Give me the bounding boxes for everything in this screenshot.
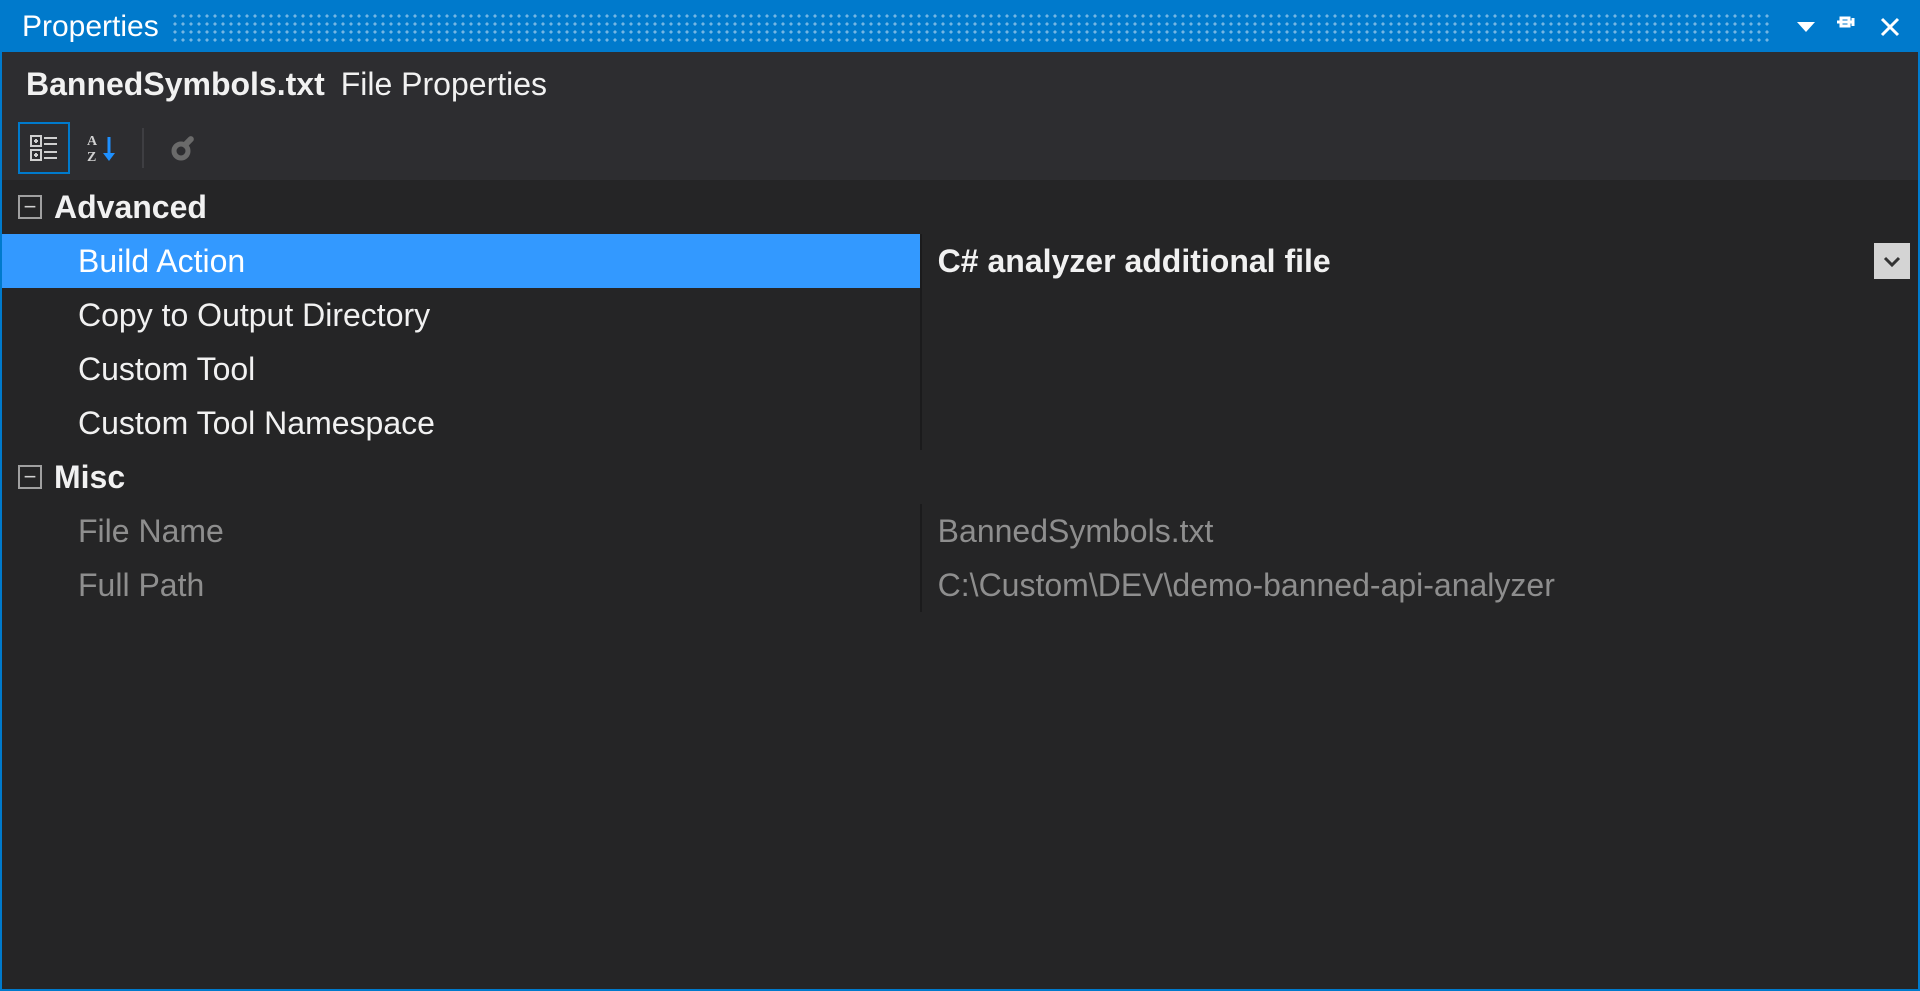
chevron-down-icon[interactable] xyxy=(1874,243,1910,279)
property-pages-button[interactable] xyxy=(160,124,208,172)
property-label: Custom Tool xyxy=(2,342,922,396)
property-label: Full Path xyxy=(2,558,922,612)
property-value[interactable] xyxy=(922,396,1918,450)
property-value[interactable]: C# analyzer additional file xyxy=(922,234,1918,288)
property-value[interactable] xyxy=(922,342,1918,396)
property-value: BannedSymbols.txt xyxy=(922,504,1918,558)
properties-panel: Properties BannedSymbols.txt File Proper… xyxy=(0,0,1920,991)
file-header: BannedSymbols.txt File Properties xyxy=(2,52,1918,116)
file-name-label: BannedSymbols.txt xyxy=(26,66,325,103)
alphabetical-button[interactable]: A Z xyxy=(78,124,126,172)
toolbar: A Z xyxy=(2,116,1918,180)
property-label: File Name xyxy=(2,504,922,558)
pin-icon[interactable] xyxy=(1830,9,1866,45)
property-value[interactable] xyxy=(922,288,1918,342)
category-label: Advanced xyxy=(54,189,207,226)
category-label: Misc xyxy=(54,459,125,496)
property-file-name[interactable]: File Name BannedSymbols.txt xyxy=(2,504,1918,558)
category-misc[interactable]: − Misc xyxy=(2,450,1918,504)
property-custom-tool[interactable]: Custom Tool xyxy=(2,342,1918,396)
toolbar-separator xyxy=(142,128,144,168)
property-grid: − Advanced Build Action C# analyzer addi… xyxy=(2,180,1918,989)
svg-text:Z: Z xyxy=(87,150,96,165)
panel-title: Properties xyxy=(22,10,159,44)
property-copy-output[interactable]: Copy to Output Directory xyxy=(2,288,1918,342)
close-icon[interactable] xyxy=(1872,9,1908,45)
property-full-path[interactable]: Full Path C:\Custom\DEV\demo-banned-api-… xyxy=(2,558,1918,612)
property-label: Copy to Output Directory xyxy=(2,288,922,342)
collapse-icon[interactable]: − xyxy=(18,195,42,219)
titlebar-grip[interactable] xyxy=(171,12,1770,42)
property-label: Custom Tool Namespace xyxy=(2,396,922,450)
file-subtitle: File Properties xyxy=(341,66,547,103)
category-advanced[interactable]: − Advanced xyxy=(2,180,1918,234)
property-label: Build Action xyxy=(2,234,922,288)
window-options-icon[interactable] xyxy=(1788,9,1824,45)
build-action-value: C# analyzer additional file xyxy=(938,243,1331,280)
property-build-action[interactable]: Build Action C# analyzer additional file xyxy=(2,234,1918,288)
titlebar: Properties xyxy=(2,2,1918,52)
collapse-icon[interactable]: − xyxy=(18,465,42,489)
categorized-button[interactable] xyxy=(20,124,68,172)
property-custom-tool-namespace[interactable]: Custom Tool Namespace xyxy=(2,396,1918,450)
property-value: C:\Custom\DEV\demo-banned-api-analyzer xyxy=(922,558,1918,612)
svg-text:A: A xyxy=(87,134,98,149)
